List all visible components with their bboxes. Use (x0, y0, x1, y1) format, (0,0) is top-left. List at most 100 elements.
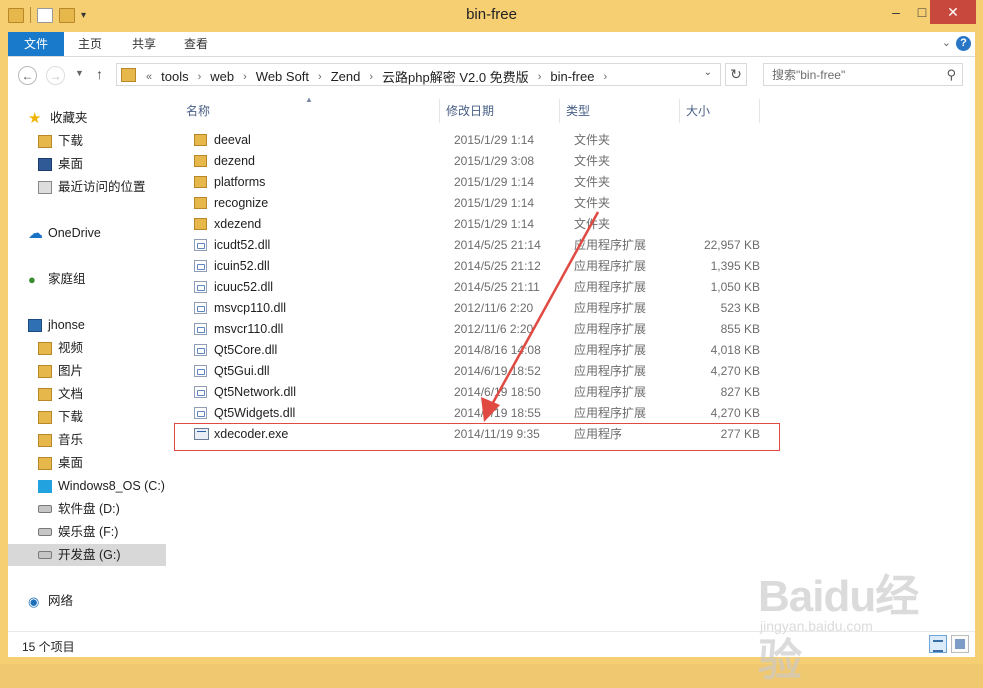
file-row[interactable]: platforms 2015/1/29 1:14 文件夹 (184, 172, 774, 193)
file-row[interactable]: Qt5Gui.dll 2014/6/19 18:52 应用程序扩展 4,270 KB (184, 361, 774, 382)
file-type: 文件夹 (574, 196, 611, 210)
file-type: 应用程序扩展 (574, 238, 647, 252)
nav-favorite-downloads[interactable]: 下载 (38, 130, 83, 152)
dll-file-icon (194, 344, 207, 356)
nav-favorites[interactable]: ★ 收藏夹 (28, 107, 88, 129)
sort-ascending-icon: ▲ (305, 95, 313, 104)
breadcrumb-item[interactable]: Zend (327, 69, 365, 84)
file-date: 2012/11/6 2:20 (454, 301, 534, 315)
file-name: Qt5Widgets.dll (214, 406, 296, 420)
overflow-icon[interactable]: « (141, 71, 157, 83)
address-row: ← → ▼ ↑ « tools › web › Web Soft › Zend … (8, 57, 975, 95)
nav-documents[interactable]: 文档 (38, 383, 83, 405)
column-header-type[interactable]: 类型 (566, 99, 590, 123)
folder-icon (121, 68, 136, 82)
file-row[interactable]: dezend 2015/1/29 3:08 文件夹 (184, 151, 774, 172)
column-header-date[interactable]: 修改日期 (446, 99, 494, 123)
chevron-down-icon[interactable]: ⌄ (704, 67, 712, 78)
file-list: 名称 ▲ 修改日期 类型 大小 deeval 2015/1/29 1:14 文件夹 d… (174, 95, 975, 631)
file-size: 523 KB (720, 301, 760, 315)
address-bar[interactable]: « tools › web › Web Soft › Zend › 云路php解… (116, 63, 721, 86)
help-icon[interactable]: ? (956, 36, 971, 51)
chevron-right-icon[interactable]: › (598, 71, 612, 83)
column-header-name[interactable]: 名称 (186, 99, 210, 123)
tab-home[interactable]: 主页 (68, 32, 112, 56)
nav-videos[interactable]: 视频 (38, 337, 83, 359)
nav-music[interactable]: 音乐 (38, 429, 83, 451)
file-size: 855 KB (720, 322, 760, 336)
nav-drive-g[interactable]: 开发盘 (G:) (8, 544, 166, 566)
folder-icon (194, 155, 207, 167)
nav-downloads[interactable]: 下载 (38, 406, 83, 428)
recent-locations-icon[interactable]: ▼ (75, 68, 84, 78)
chevron-right-icon[interactable]: › (193, 71, 207, 83)
search-input[interactable] (770, 67, 944, 83)
nav-network[interactable]: ◉ 网络 (28, 590, 73, 612)
download-folder-icon (38, 410, 52, 424)
tab-view[interactable]: 查看 (174, 32, 218, 56)
nav-onedrive[interactable]: ☁ OneDrive (28, 222, 101, 244)
search-icon[interactable]: ⚲ (946, 67, 956, 83)
breadcrumb-item[interactable]: Web Soft (252, 69, 313, 84)
breadcrumb-item[interactable]: 云路php解密 V2.0 免费版 (378, 67, 533, 86)
file-date: 2015/1/29 1:14 (454, 217, 535, 231)
file-row[interactable]: msvcp110.dll 2012/11/6 2:20 应用程序扩展 523 KB (184, 298, 774, 319)
tab-share[interactable]: 共享 (122, 32, 166, 56)
file-type: 文件夹 (574, 154, 611, 168)
close-button[interactable]: ✕ (930, 0, 976, 24)
file-name: Qt5Core.dll (214, 343, 278, 357)
nav-favorite-desktop[interactable]: 桌面 (38, 153, 83, 175)
file-row[interactable]: msvcr110.dll 2012/11/6 2:20 应用程序扩展 855 KB (184, 319, 774, 340)
chevron-right-icon[interactable]: › (364, 71, 378, 83)
watermark-url: jingyan.baidu.com (760, 618, 873, 634)
minimize-button[interactable]: – (883, 0, 909, 24)
nav-drive-f[interactable]: 娱乐盘 (F:) (38, 521, 118, 543)
nav-desktop[interactable]: 桌面 (38, 452, 83, 474)
dll-file-icon (194, 302, 207, 314)
file-row[interactable]: Qt5Widgets.dll 2014/6/19 18:55 应用程序扩展 4,270… (184, 403, 774, 424)
file-row[interactable]: deeval 2015/1/29 1:14 文件夹 (184, 130, 774, 151)
file-size: 22,957 KB (703, 238, 760, 252)
forward-button[interactable]: → (46, 66, 65, 85)
chevron-right-icon[interactable]: › (313, 71, 327, 83)
refresh-button[interactable]: ↻ (725, 63, 747, 86)
file-row[interactable]: Qt5Core.dll 2014/8/16 14:08 应用程序扩展 4,018 KB (184, 340, 774, 361)
dll-file-icon (194, 239, 207, 251)
file-type: 应用程序扩展 (574, 385, 647, 399)
search-box[interactable]: ⚲ (763, 63, 963, 86)
annotation-highlight-box (174, 423, 780, 451)
tab-file[interactable]: 文件 (8, 32, 64, 56)
breadcrumb-item[interactable]: tools (157, 69, 192, 84)
column-divider[interactable] (439, 99, 440, 123)
up-button[interactable]: ↑ (96, 66, 103, 82)
column-header-size[interactable]: 大小 (686, 99, 710, 123)
file-row[interactable]: icuin52.dll 2014/5/25 21:12 应用程序扩展 1,395 KB (184, 256, 774, 277)
file-row[interactable]: xdezend 2015/1/29 1:14 文件夹 (184, 214, 774, 235)
file-row[interactable]: icuuc52.dll 2014/5/25 21:11 应用程序扩展 1,050 KB (184, 277, 774, 298)
pictures-folder-icon (38, 364, 52, 378)
nav-this-pc[interactable]: jhonse (28, 314, 85, 336)
file-name: xdezend (214, 217, 262, 231)
file-row[interactable]: Qt5Network.dll 2014/6/19 18:50 应用程序扩展 827 K… (184, 382, 774, 403)
column-divider[interactable] (679, 99, 680, 123)
drive-icon (38, 505, 52, 513)
nav-recent-places[interactable]: 最近访问的位置 (38, 176, 146, 198)
nav-drive-d[interactable]: 软件盘 (D:) (38, 498, 120, 520)
nav-pictures[interactable]: 图片 (38, 360, 83, 382)
nav-drive-c[interactable]: Windows8_OS (C:) (38, 475, 165, 497)
column-divider[interactable] (759, 99, 760, 123)
nav-homegroup[interactable]: ● 家庭组 (28, 268, 86, 290)
file-row[interactable]: recognize 2015/1/29 1:14 文件夹 (184, 193, 774, 214)
dll-file-icon (194, 386, 207, 398)
file-row[interactable]: icudt52.dll 2014/5/25 21:14 应用程序扩展 22,957 K… (184, 235, 774, 256)
file-size: 1,050 KB (710, 280, 760, 294)
recent-places-icon (38, 180, 52, 194)
expand-ribbon-icon[interactable]: ⌄ (942, 36, 951, 49)
column-divider[interactable] (559, 99, 560, 123)
folder-icon (194, 197, 207, 209)
breadcrumb-item[interactable]: web (206, 69, 238, 84)
chevron-right-icon[interactable]: › (533, 71, 547, 83)
chevron-right-icon[interactable]: › (238, 71, 252, 83)
breadcrumb-item[interactable]: bin-free (546, 69, 598, 84)
back-button[interactable]: ← (18, 66, 37, 85)
